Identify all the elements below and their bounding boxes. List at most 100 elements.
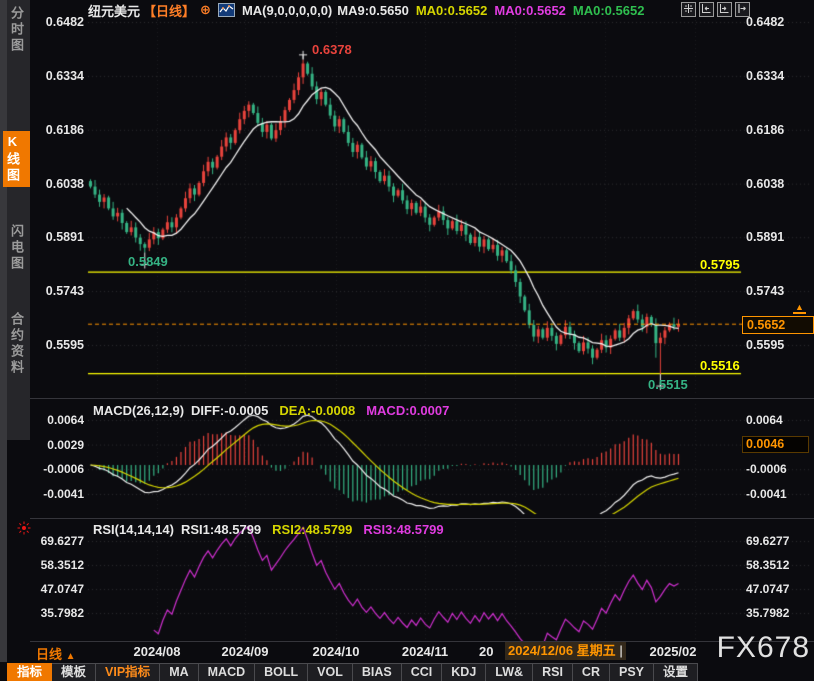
jump-to-latest-icon[interactable]: [735, 2, 750, 17]
toolbar-item-设置[interactable]: 设置: [654, 663, 698, 681]
pan-icon[interactable]: [681, 2, 696, 17]
rsi-axis-label: 69.6277: [30, 534, 84, 548]
x-axis-tick: 2024/10: [313, 644, 360, 659]
price-axis-label: 0.6482: [30, 15, 84, 29]
x-axis-row: 日线 ▲ 20 2024/12/06 星期五 | 2024/08 2024/09 2…: [0, 642, 814, 662]
rsi-header: RSI(14,14,14) RSI1:48.5799 RSI2:48.5799 …: [93, 522, 444, 537]
rsi-axis-label: 58.3512: [746, 558, 789, 572]
price-axis-label: 0.6038: [746, 177, 784, 191]
macd-axis-label: -0.0041: [30, 487, 84, 501]
period-badge: 【日线】: [143, 1, 195, 20]
chart-type-sidebar: 分时图 K线图 闪电图 合约资料: [7, 0, 30, 440]
ma0-value-green: MA0:0.5652: [573, 3, 645, 18]
price-axis-label: 0.6482: [746, 15, 784, 29]
x-axis-tick-partial: 20: [479, 644, 493, 659]
price-axis-label: 0.6334: [30, 69, 84, 83]
macd-axis-label: -0.0006: [30, 462, 84, 476]
rsi-params: RSI(14,14,14): [93, 522, 174, 537]
price-up-arrow-icon: ▲: [793, 303, 806, 314]
price-axis-label: 0.5891: [746, 230, 784, 244]
sidebar-item-contract-info[interactable]: 合约资料: [7, 312, 30, 376]
price-axis-label: 0.6334: [746, 69, 784, 83]
toolbar-item-MA[interactable]: MA: [160, 663, 198, 681]
macd-axis-label: 0.0064: [30, 413, 84, 427]
x-axis-tick: 2025/02: [650, 644, 697, 659]
toolbar-item-LW&[interactable]: LW&: [486, 663, 533, 681]
price-axis-label: 0.6186: [746, 123, 784, 137]
current-price-tag: 0.5652: [742, 316, 814, 334]
toolbar-item-CCI[interactable]: CCI: [402, 663, 443, 681]
x-axis-cursor-date: 2024/12/06 星期五 |: [505, 642, 626, 660]
resistance-level-label: 0.5795: [700, 257, 740, 272]
price-axis-label: 0.6038: [30, 177, 84, 191]
support-level-label: 0.5516: [700, 358, 740, 373]
sidebar-item-time-chart[interactable]: 分时图: [7, 6, 30, 54]
symbol-name: 纽元美元: [88, 1, 140, 20]
macd-params: MACD(26,12,9): [93, 403, 184, 418]
macd-diff-value: DIFF:-0.0005: [191, 403, 268, 418]
rsi-axis-label: 35.7982: [746, 606, 789, 620]
toolbar-item-模板[interactable]: 模板: [52, 663, 96, 681]
rsi-axis-label: 35.7982: [30, 606, 84, 620]
high-annotation: 0.6378: [312, 42, 352, 57]
macd-dea-value: DEA:-0.0008: [279, 403, 355, 418]
x-axis-tick: 2024/09: [222, 644, 269, 659]
sidebar-item-candle-chart[interactable]: K线图: [3, 131, 30, 187]
ma0-value-yellow: MA0:0.5652: [416, 3, 488, 18]
sidebar-item-flash-chart[interactable]: 闪电图: [7, 224, 30, 272]
ma0-value-magenta: MA0:0.5652: [494, 3, 566, 18]
chart-nav-icons: [681, 2, 750, 17]
rsi3-value: RSI3:48.5799: [363, 522, 443, 537]
toolbar-item-KDJ[interactable]: KDJ: [442, 663, 486, 681]
shift-left-icon[interactable]: [699, 2, 714, 17]
watermark-logo: FX678: [717, 631, 810, 665]
indicator-toolbar: 指标模板VIP指标MAMACDBOLLVOLBIASCCIKDJLW&RSICR…: [0, 662, 814, 681]
rsi1-value: RSI1:48.5799: [181, 522, 261, 537]
macd-axis-label: -0.0041: [746, 487, 787, 501]
aug-low-annotation: 0.5849: [128, 254, 168, 269]
macd-current-tag: 0.0046: [742, 436, 809, 453]
price-axis-label: 0.5743: [30, 284, 84, 298]
toolbar-item-CR[interactable]: CR: [573, 663, 610, 681]
period-selector[interactable]: 日线 ▲: [36, 644, 76, 663]
x-axis-tick: 2024/11: [402, 644, 448, 659]
rsi2-value: RSI2:48.5799: [272, 522, 352, 537]
mini-line-chart-icon[interactable]: [218, 3, 235, 17]
rsi-axis-label: 58.3512: [30, 558, 84, 572]
macd-axis-label: 0.0029: [30, 438, 84, 452]
macd-axis-label: -0.0006: [746, 462, 787, 476]
panel-divider: [30, 518, 814, 519]
add-indicator-icon[interactable]: ⊕: [200, 2, 211, 18]
price-axis-label: 0.5595: [30, 338, 84, 352]
rsi-axis-label: 47.0747: [30, 582, 84, 596]
price-axis-label: 0.5595: [746, 338, 784, 352]
macd-axis-label: 0.0064: [746, 413, 783, 427]
toolbar-item-BOLL[interactable]: BOLL: [255, 663, 308, 681]
feb-low-annotation: 0.5515: [648, 377, 688, 392]
text-cursor: |: [619, 643, 622, 658]
toolbar-item-指标[interactable]: 指标: [7, 663, 52, 681]
toolbar-item-BIAS[interactable]: BIAS: [353, 663, 402, 681]
macd-header: MACD(26,12,9) DIFF:-0.0005 DEA:-0.0008 M…: [93, 403, 449, 418]
live-indicator-icon[interactable]: [16, 520, 32, 536]
toolbar-item-PSY[interactable]: PSY: [610, 663, 654, 681]
toolbar-item-VIP指标[interactable]: VIP指标: [96, 663, 160, 681]
rsi-axis-label: 47.0747: [746, 582, 789, 596]
trading-app-window: 分时图 K线图 闪电图 合约资料 纽元美元 【日线】 ⊕ MA(9,0,0,0,…: [0, 0, 814, 681]
price-axis-label: 0.6186: [30, 123, 84, 137]
toolbar-item-MACD[interactable]: MACD: [199, 663, 256, 681]
ma9-value: MA9:0.5650: [337, 3, 409, 18]
price-axis-label: 0.5743: [746, 284, 784, 298]
price-axis-label: 0.5891: [30, 230, 84, 244]
chart-header: 纽元美元 【日线】 ⊕ MA(9,0,0,0,0,0) MA9:0.5650 M…: [88, 2, 644, 18]
x-axis-tick: 2024/08: [134, 644, 181, 659]
toolbar-item-RSI[interactable]: RSI: [533, 663, 573, 681]
chart-canvas[interactable]: [0, 0, 814, 681]
shift-right-icon[interactable]: [717, 2, 732, 17]
rsi-axis-label: 69.6277: [746, 534, 789, 548]
sidebar-edge-strip: [0, 0, 7, 662]
toolbar-item-VOL[interactable]: VOL: [308, 663, 353, 681]
panel-divider: [30, 398, 814, 399]
macd-bar-value: MACD:0.0007: [366, 403, 449, 418]
ma-settings-label: MA(9,0,0,0,0,0): [242, 3, 332, 18]
